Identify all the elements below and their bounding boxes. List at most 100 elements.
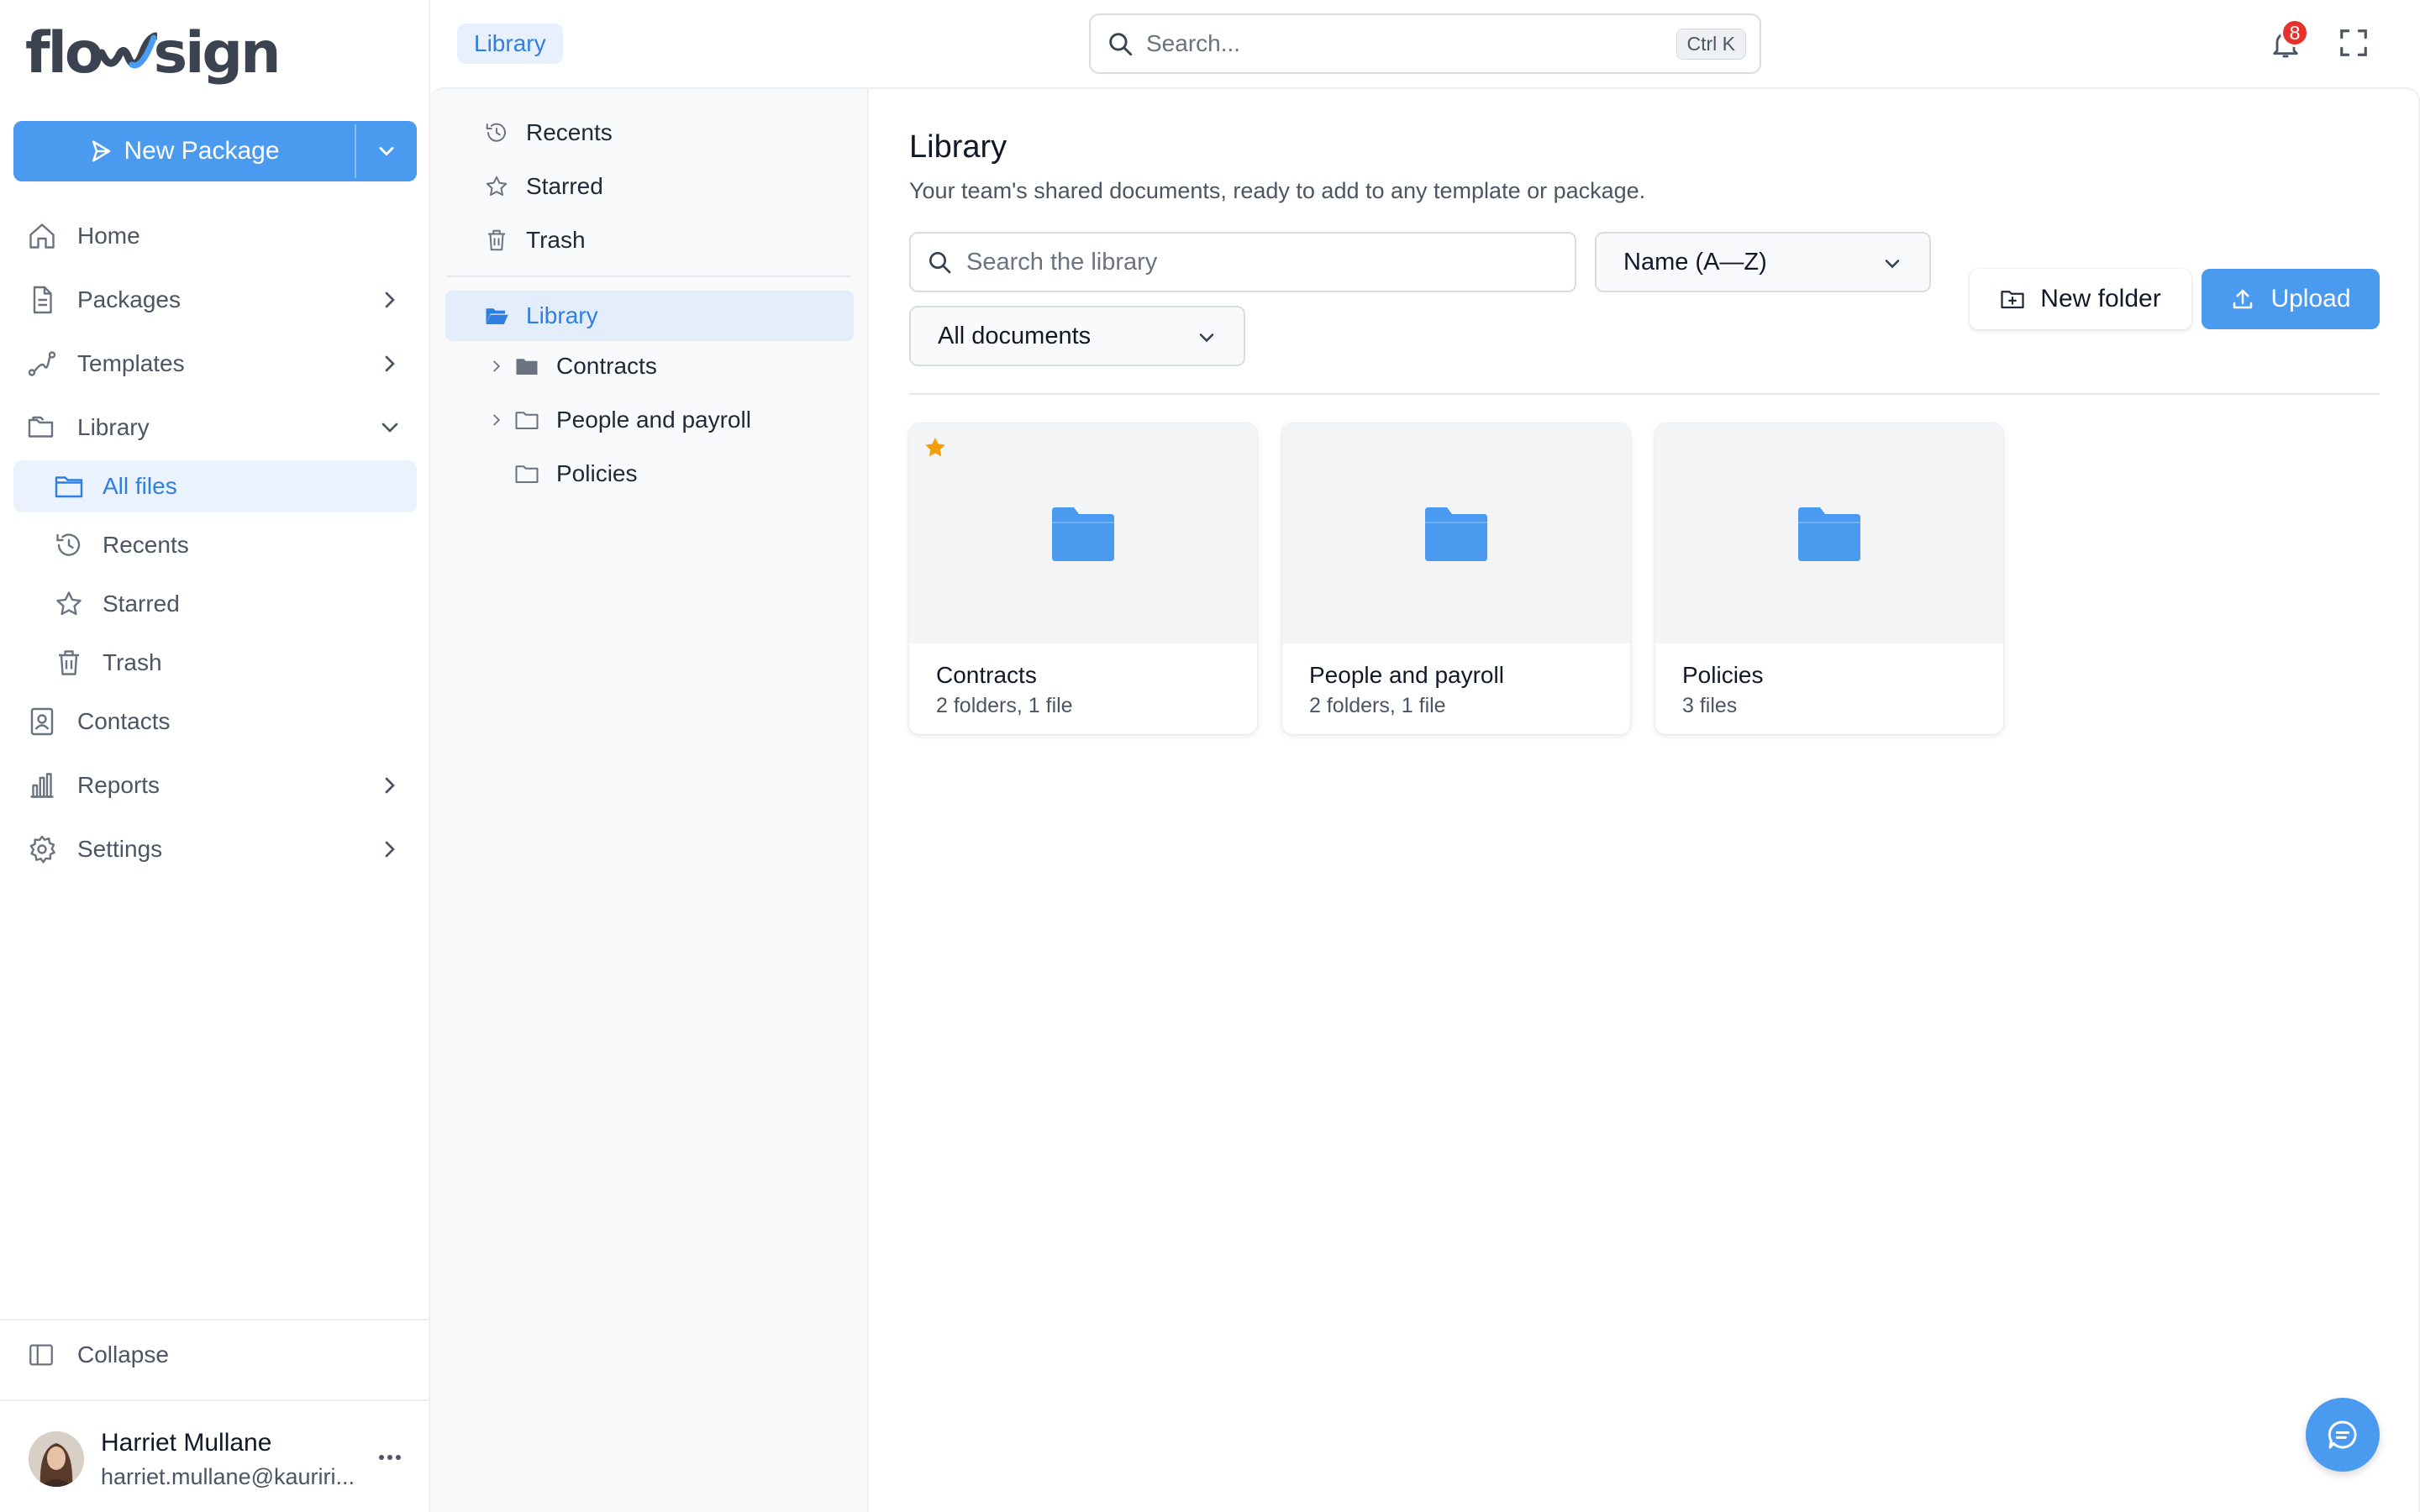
folder-icon xyxy=(515,412,539,429)
filter-select[interactable]: All documents xyxy=(909,306,1245,366)
footer-divider xyxy=(0,1399,429,1401)
card-name: People and payroll xyxy=(1309,662,1504,688)
sort-value: Name (A—Z) xyxy=(1623,248,1767,276)
chevron-right-icon xyxy=(385,841,395,858)
chevron-down-icon xyxy=(1885,260,1900,269)
tree-label: Contracts xyxy=(556,353,657,379)
main-nav: Home Packages Templates Library All file… xyxy=(13,210,417,887)
new-folder-button[interactable]: New folder xyxy=(1970,269,2191,329)
nav-item-all-files[interactable]: All files xyxy=(13,460,417,512)
tree-label: Policies xyxy=(556,460,638,486)
global-search[interactable]: Ctrl K xyxy=(1089,13,1761,74)
nav-item-recents[interactable]: Recents xyxy=(13,519,417,571)
avatar xyxy=(29,1431,84,1487)
chevron-right-icon xyxy=(385,777,395,794)
trash-icon xyxy=(488,229,505,251)
nav-item-starred[interactable]: Starred xyxy=(13,578,417,630)
nav-label: Reports xyxy=(77,772,160,798)
tree-item-policies[interactable]: Policies xyxy=(514,449,637,499)
breadcrumb[interactable]: Library xyxy=(457,24,563,64)
nav-item-settings[interactable]: Settings xyxy=(13,823,417,875)
card-thumbnail xyxy=(909,423,1257,643)
user-email: harriet.mullane@kauriri... xyxy=(101,1463,355,1489)
tree-label: Recents xyxy=(526,119,613,145)
notification-badge: 8 xyxy=(2281,18,2309,47)
folder-card-people-and-payroll[interactable]: People and payroll 2 folders, 1 file xyxy=(1282,423,1630,734)
shortcut-hint: Ctrl K xyxy=(1676,28,1746,60)
tree-item-recents[interactable]: Recents xyxy=(484,108,613,158)
folder-icon xyxy=(1798,507,1860,561)
card-thumbnail xyxy=(1282,423,1630,643)
library-search[interactable] xyxy=(909,232,1576,292)
flowsign-logo[interactable]: flo sign xyxy=(25,15,281,91)
send-icon xyxy=(92,140,111,162)
gear-icon xyxy=(29,835,55,864)
nav-label: Templates xyxy=(77,350,185,376)
chevron-right-icon xyxy=(385,291,395,308)
home-icon xyxy=(29,223,55,249)
nav-label: Settings xyxy=(77,836,163,862)
nav-item-trash[interactable]: Trash xyxy=(13,637,417,689)
library-main: Library Your team's shared documents, re… xyxy=(869,87,2420,1512)
fullscreen-icon[interactable] xyxy=(2338,27,2370,59)
nav-label: All files xyxy=(103,473,177,499)
page-title: Library xyxy=(909,129,1007,165)
sidebar-footer: Collapse Harriet Mullane harriet.mullane… xyxy=(0,1319,429,1512)
chevron-down-icon xyxy=(381,423,398,433)
card-name: Policies xyxy=(1682,662,1764,688)
sidebar: flo sign New Package Home Packages Templ… xyxy=(0,0,430,1512)
toolbar-divider xyxy=(909,393,2380,395)
card-meta: 2 folders, 1 file xyxy=(936,694,1073,717)
nav-item-reports[interactable]: Reports xyxy=(13,759,417,811)
user-profile[interactable]: Harriet Mullane harriet.mullane@kauriri.… xyxy=(29,1421,407,1497)
chevron-right-icon xyxy=(385,355,395,372)
tree-item-starred[interactable]: Starred xyxy=(484,161,603,212)
tree-item-contracts[interactable]: Contracts xyxy=(487,341,657,391)
page-subtitle: Your team's shared documents, ready to a… xyxy=(909,178,1646,203)
library-search-input[interactable] xyxy=(966,248,1575,276)
card-meta: 2 folders, 1 file xyxy=(1309,694,1446,717)
logo-text-left: flo xyxy=(25,19,104,87)
folder-plus-icon xyxy=(2001,291,2024,309)
nav-label: Library xyxy=(77,414,150,440)
nav-item-library[interactable]: Library xyxy=(13,402,417,454)
star-filled-icon[interactable] xyxy=(923,435,948,460)
tree-item-people-and-payroll[interactable]: People and payroll xyxy=(487,395,751,445)
history-icon xyxy=(486,123,506,142)
sidebar-collapse-icon xyxy=(29,1344,53,1366)
card-thumbnail xyxy=(1655,423,2003,643)
chevron-down-icon xyxy=(379,147,394,156)
sort-select[interactable]: Name (A—Z) xyxy=(1595,232,1931,292)
folder-card-contracts[interactable]: Contracts 2 folders, 1 file xyxy=(909,423,1257,734)
tree-label: Library xyxy=(526,302,598,328)
new-package-split-button: New Package xyxy=(13,121,417,181)
folder-open-icon xyxy=(486,308,508,324)
upload-button[interactable]: Upload xyxy=(2202,269,2380,329)
tree-item-library[interactable]: Library xyxy=(484,291,598,341)
global-search-input[interactable] xyxy=(1146,30,1676,57)
more-horizontal-icon[interactable] xyxy=(373,1445,407,1470)
new-package-dropdown[interactable] xyxy=(356,121,417,181)
new-package-label: New Package xyxy=(124,137,280,165)
filter-value: All documents xyxy=(938,322,1092,349)
chevron-right-icon[interactable] xyxy=(487,411,506,429)
nav-label: Home xyxy=(77,223,140,249)
nav-item-home[interactable]: Home xyxy=(13,210,417,262)
nav-item-packages[interactable]: Packages xyxy=(13,274,417,326)
library-submenu: All files Recents Starred Trash xyxy=(13,460,417,689)
nav-item-contacts[interactable]: Contacts xyxy=(13,696,417,748)
new-package-button[interactable]: New Package xyxy=(13,121,355,181)
tree-item-trash[interactable]: Trash xyxy=(484,215,586,265)
folder-card-policies[interactable]: Policies 3 files xyxy=(1655,423,2003,734)
logo-text-right: sign xyxy=(153,19,281,87)
upload-icon xyxy=(2233,289,2253,309)
nav-item-templates[interactable]: Templates xyxy=(13,338,417,390)
chat-button[interactable] xyxy=(2306,1398,2380,1472)
chevron-right-icon[interactable] xyxy=(487,357,506,375)
contact-card-icon xyxy=(30,707,54,736)
bar-chart-icon xyxy=(30,773,54,798)
logo-swoosh-icon xyxy=(97,32,157,69)
collapse-button[interactable]: Collapse xyxy=(27,1341,169,1369)
folder-icon xyxy=(1425,507,1487,561)
folder-icon xyxy=(515,465,539,483)
